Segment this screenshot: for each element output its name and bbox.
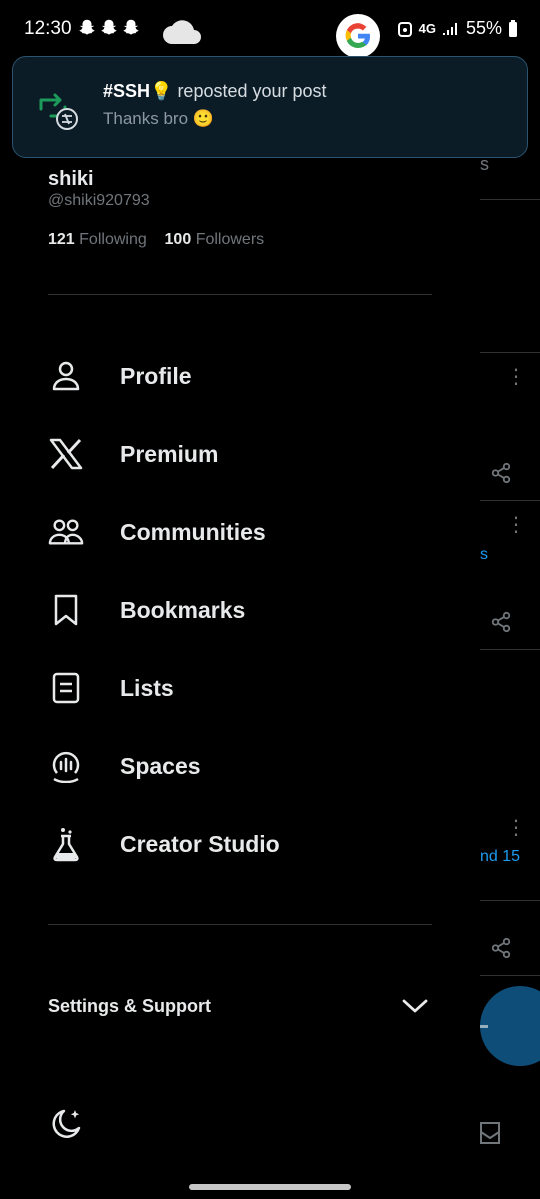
snapchat-icon	[79, 19, 95, 35]
followers-count: 100	[164, 231, 192, 248]
home-indicator[interactable]	[189, 1184, 351, 1190]
menu-item-profile[interactable]: Profile	[48, 346, 432, 406]
menu-label: Profile	[120, 362, 192, 389]
timeline-divider	[480, 975, 540, 976]
timeline-peek-link: s	[480, 546, 488, 563]
notification-action: reposted your post	[172, 81, 327, 101]
profile-stats: 121 Following 100 Followers	[48, 231, 264, 249]
status-time: 12:30	[24, 18, 72, 39]
share-icon[interactable]	[490, 937, 512, 959]
divider	[48, 294, 432, 295]
menu-item-communities[interactable]: Communities	[48, 502, 432, 562]
more-options-icon[interactable]: ⋮	[506, 515, 526, 535]
menu-item-lists[interactable]: Lists	[48, 658, 432, 718]
battery-percentage: 55%	[465, 18, 502, 38]
timeline-divider	[480, 500, 540, 501]
menu-label: Bookmarks	[120, 596, 246, 623]
following-count: 121	[48, 231, 75, 248]
communities-icon	[48, 514, 84, 550]
menu-label: Lists	[120, 674, 174, 701]
menu-label: Communities	[120, 518, 266, 545]
share-icon[interactable]	[490, 611, 512, 633]
menu-label: Spaces	[120, 752, 201, 779]
menu-label: Premium	[120, 440, 219, 467]
divider	[48, 924, 432, 925]
plus-icon	[480, 1025, 488, 1028]
bookmark-icon	[48, 592, 84, 628]
timeline-divider	[480, 900, 540, 901]
share-icon[interactable]	[490, 462, 512, 484]
compose-fab[interactable]	[480, 986, 540, 1066]
notification-sender: #SSH💡	[103, 81, 173, 101]
menu-item-premium[interactable]: Premium	[48, 424, 432, 484]
messages-icon[interactable]	[478, 1120, 502, 1146]
status-notification-icons	[78, 17, 140, 37]
menu-item-creator-studio[interactable]: Creator Studio	[48, 814, 432, 874]
snapchat-icon	[101, 19, 117, 35]
followers-label: Followers	[195, 231, 265, 248]
network-type: 4G	[418, 21, 436, 36]
settings-support-label: Settings & Support	[48, 995, 211, 1016]
timeline-peek-link: nd 15	[480, 848, 521, 865]
more-options-icon[interactable]: ⋮	[506, 367, 526, 387]
profile-name[interactable]: shiki	[48, 168, 94, 191]
menu-item-spaces[interactable]: Spaces	[48, 736, 432, 796]
notification-title: #SSH💡 reposted your post	[103, 81, 327, 102]
menu-label: Creator Studio	[120, 830, 280, 857]
person-icon	[48, 358, 84, 394]
signal-icon	[442, 22, 457, 35]
settings-support-toggle[interactable]: Settings & Support	[48, 982, 432, 1030]
cloud-icon	[163, 20, 201, 44]
notification-banner[interactable]: #SSH💡 reposted your post Thanks bro 🙂	[12, 56, 528, 158]
moon-icon[interactable]	[48, 1106, 84, 1142]
notification-message: Thanks bro 🙂	[103, 109, 214, 128]
profile-handle: @shiki920793	[48, 192, 150, 209]
chevron-down-icon	[402, 999, 428, 1013]
status-bar: 12:30 4G 55%	[0, 0, 540, 60]
battery-icon	[509, 19, 517, 37]
x-logo-icon	[48, 436, 84, 472]
followers-link[interactable]: 100 Followers	[165, 231, 265, 248]
more-options-icon[interactable]: ⋮	[506, 818, 526, 838]
timeline-divider	[480, 352, 540, 353]
repost-icon	[39, 93, 78, 130]
following-label: Following	[79, 231, 147, 248]
flask-icon	[48, 826, 84, 862]
navigation-drawer: shiki @shiki920793 121 Following 100 Fol…	[0, 0, 480, 1199]
timeline-divider	[480, 649, 540, 650]
snapchat-icon	[123, 19, 139, 35]
google-icon	[336, 14, 380, 58]
following-link[interactable]: 121 Following	[48, 231, 147, 248]
status-right-icons: 4G 55%	[397, 18, 518, 39]
alarm-icon	[397, 21, 412, 37]
spaces-icon	[48, 748, 84, 784]
menu-item-bookmarks[interactable]: Bookmarks	[48, 580, 432, 640]
list-icon	[48, 670, 84, 706]
timeline-divider	[480, 199, 540, 200]
